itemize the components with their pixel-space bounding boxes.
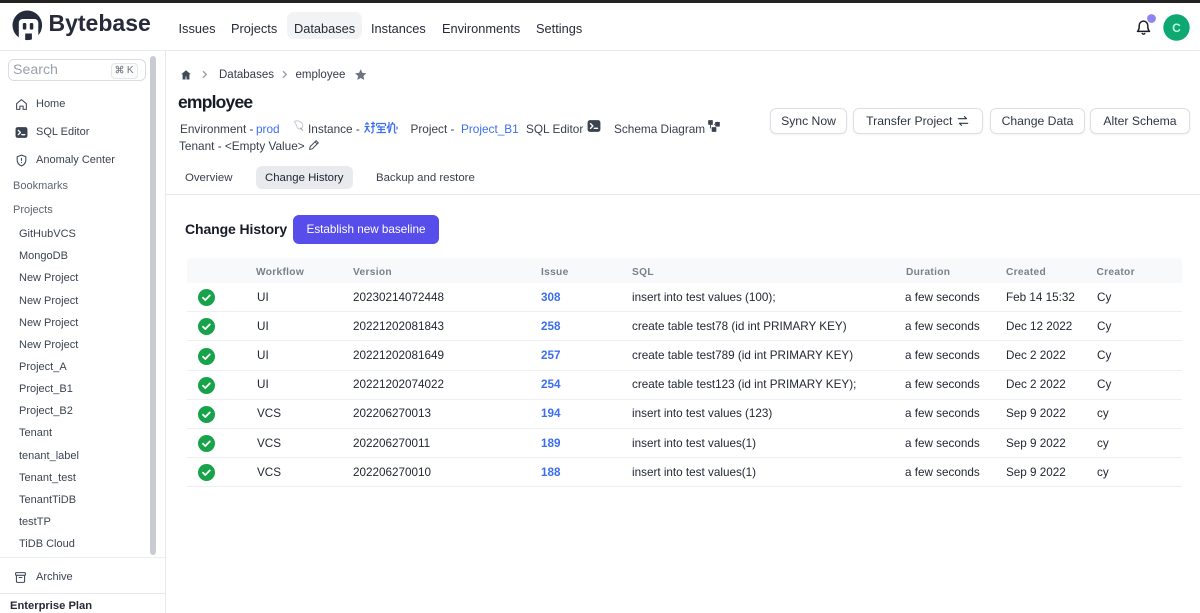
svg-text:C: C <box>1172 21 1181 35</box>
